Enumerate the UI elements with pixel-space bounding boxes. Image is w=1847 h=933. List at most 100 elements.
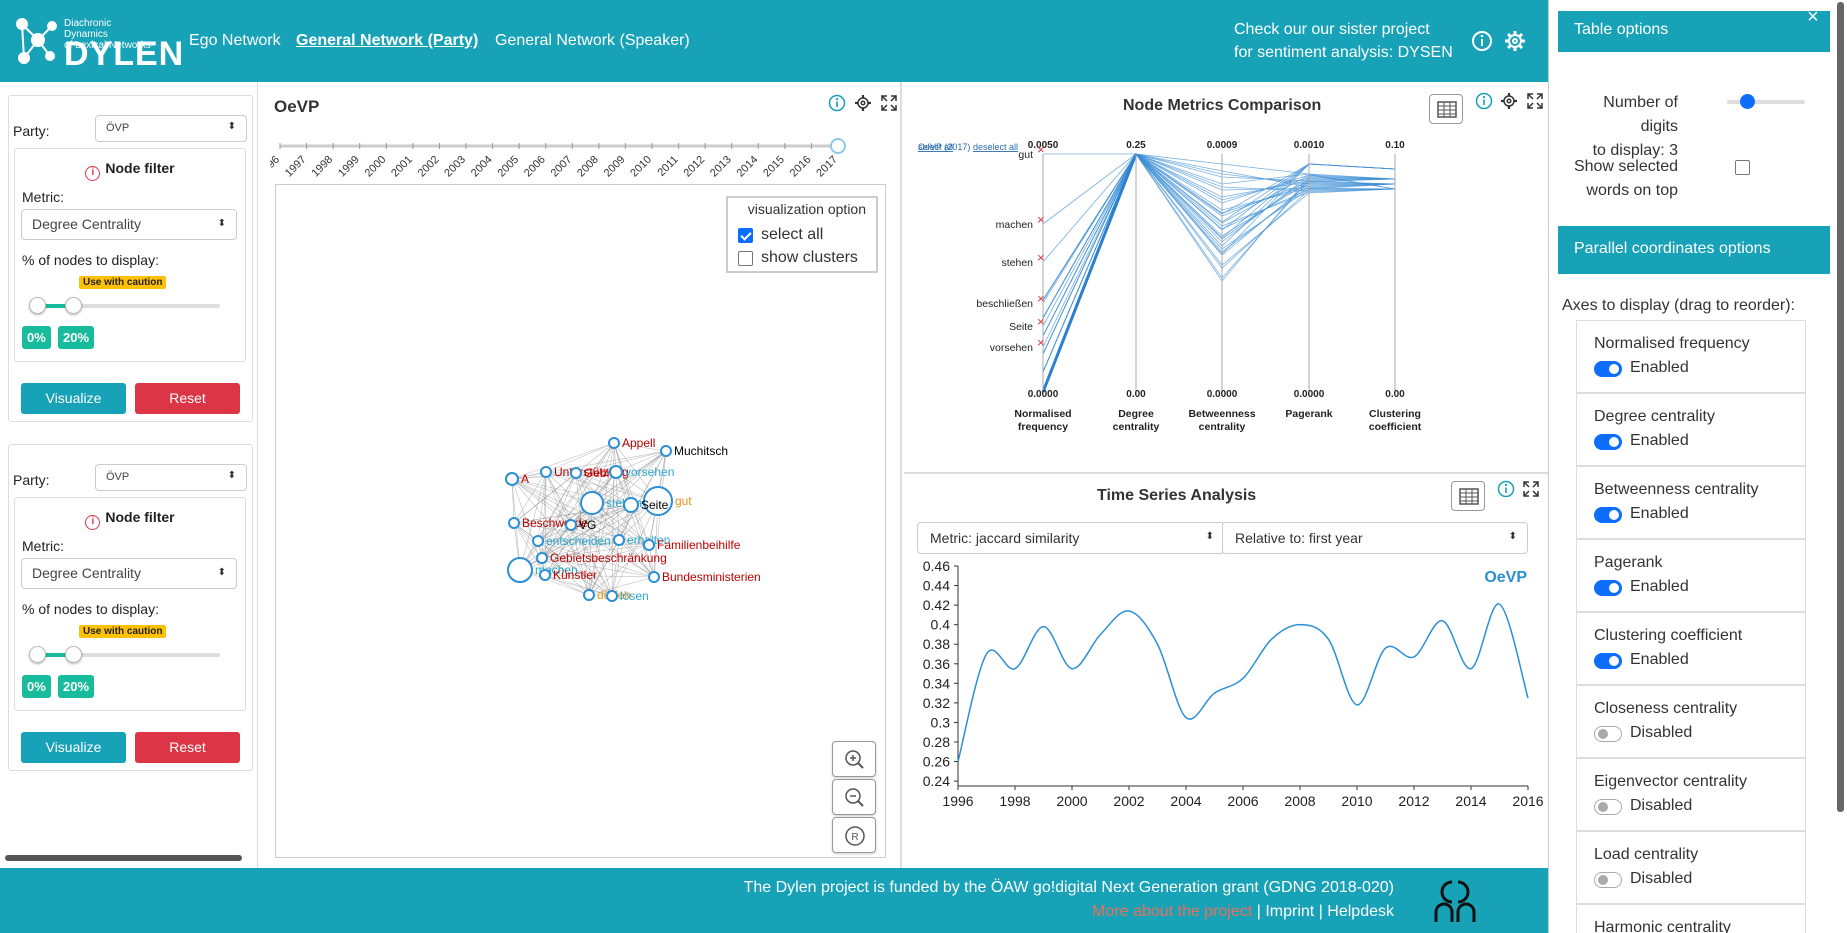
year-tick-label[interactable]: 2006: [522, 154, 548, 180]
graph-node-label[interactable]: Muchitsch: [674, 444, 728, 458]
fullscreen-icon[interactable]: [1526, 92, 1544, 110]
axis-toggle-switch[interactable]: [1594, 799, 1622, 815]
graph-node-label[interactable]: entscheiden: [546, 534, 611, 548]
reset-zoom-button[interactable]: R: [832, 817, 876, 853]
axis-toggle-switch[interactable]: [1594, 361, 1622, 377]
graph-node-label[interactable]: A: [521, 472, 529, 486]
show-selected-checkbox[interactable]: [1735, 160, 1750, 175]
slider-max-handle[interactable]: [65, 297, 82, 314]
select-all-link[interactable]: select all: [918, 142, 953, 152]
graph-node[interactable]: [539, 569, 551, 581]
metric-line[interactable]: [1042, 153, 1396, 337]
axis-option-item[interactable]: Harmonic centrality: [1576, 904, 1806, 933]
imprint-link[interactable]: Imprint: [1265, 903, 1314, 920]
axis-toggle-switch[interactable]: [1594, 726, 1622, 742]
year-tick-label[interactable]: 2009: [602, 154, 628, 180]
table-view-button[interactable]: [1429, 94, 1463, 124]
year-tick-label[interactable]: 2008: [575, 154, 601, 180]
axis-name[interactable]: Normalised: [1014, 408, 1071, 420]
select-all-checkbox[interactable]: [738, 228, 753, 243]
axis-name[interactable]: coefficient: [1369, 421, 1422, 433]
year-slider-handle[interactable]: [830, 138, 846, 154]
deselect-all-link[interactable]: deselect all: [973, 142, 1018, 152]
year-tick-label[interactable]: 2011: [655, 154, 680, 179]
axis-toggle-switch[interactable]: [1594, 434, 1622, 450]
axis-name[interactable]: centrality: [1113, 421, 1160, 433]
graph-node[interactable]: [580, 491, 604, 515]
digits-slider-handle[interactable]: [1740, 94, 1755, 109]
axis-toggle-switch[interactable]: [1594, 872, 1622, 888]
vertical-scrollbar[interactable]: [1837, 2, 1844, 812]
network-graph-canvas[interactable]: Appell Muchitsch A Unterstützung Gebiet vorse…: [275, 184, 886, 858]
graph-node[interactable]: [532, 535, 544, 547]
relative-to-select[interactable]: Relative to: first year ⬍: [1222, 522, 1528, 554]
metric-select[interactable]: Degree Centrality ⬍: [21, 558, 237, 589]
year-tick-label[interactable]: 2010: [628, 154, 654, 180]
graph-node[interactable]: [606, 590, 618, 602]
slider-min-handle[interactable]: [29, 646, 46, 663]
party-select[interactable]: ÖVP ⬍: [95, 464, 247, 491]
year-tick-label[interactable]: 2004: [469, 154, 495, 180]
digits-slider-track[interactable]: [1727, 100, 1805, 104]
axis-name[interactable]: Pagerank: [1285, 408, 1332, 420]
year-tick-label[interactable]: 2016: [788, 154, 814, 180]
parallel-coordinates-chart[interactable]: OeVP (2017)select all deselect all 0.00500…: [904, 122, 1464, 452]
axis-name[interactable]: Betweenness: [1188, 408, 1255, 420]
metric-line[interactable]: [1042, 153, 1395, 337]
year-tick-label[interactable]: 1996: [270, 154, 282, 180]
axis-option-item[interactable]: Degree centrality Enabled: [1576, 393, 1806, 466]
graph-node[interactable]: [536, 552, 548, 564]
axis-name[interactable]: centrality: [1199, 421, 1246, 433]
metric-select[interactable]: Degree Centrality ⬍: [21, 209, 237, 240]
slider-min-handle[interactable]: [29, 297, 46, 314]
axis-option-item[interactable]: Eigenvector centrality Disabled: [1576, 758, 1806, 831]
graph-node-label[interactable]: Appell: [622, 436, 655, 450]
graph-node[interactable]: [648, 571, 660, 583]
year-tick-label[interactable]: 2002: [416, 154, 442, 180]
graph-node-label[interactable]: Bundesministerien: [662, 570, 761, 584]
graph-node[interactable]: [613, 534, 625, 546]
info-icon[interactable]: i: [85, 166, 101, 181]
year-tick-label[interactable]: 2005: [495, 154, 521, 180]
metric-line[interactable]: [1042, 153, 1396, 337]
graph-node-label[interactable]: Familienbeihilfe: [657, 538, 741, 552]
word-label[interactable]: stehen: [1001, 257, 1033, 269]
axis-option-item[interactable]: Betweenness centrality Enabled: [1576, 466, 1806, 539]
remove-word-icon[interactable]: ×: [1037, 250, 1045, 265]
year-tick-label[interactable]: 2014: [735, 154, 761, 180]
year-tick-label[interactable]: 2013: [708, 154, 734, 180]
nav-ego-network[interactable]: Ego Network: [189, 32, 281, 50]
graph-node[interactable]: [643, 539, 655, 551]
reset-button[interactable]: Reset: [135, 732, 240, 763]
info-icon[interactable]: [1497, 480, 1515, 498]
axis-name[interactable]: frequency: [1018, 421, 1068, 433]
axis-name[interactable]: Degree: [1118, 408, 1154, 420]
graph-node-label[interactable]: Seite: [641, 498, 669, 512]
metric-select[interactable]: Metric: jaccard similarity ⬍: [917, 522, 1225, 554]
graph-node[interactable]: [608, 437, 620, 449]
info-icon[interactable]: i: [85, 515, 101, 530]
graph-node[interactable]: [623, 497, 639, 513]
more-about-link[interactable]: More about the project: [1092, 903, 1252, 920]
axis-option-item[interactable]: Normalised frequency Enabled: [1576, 320, 1806, 393]
helpdesk-link[interactable]: Helpdesk: [1327, 903, 1394, 920]
year-tick-label[interactable]: 1997: [283, 154, 309, 180]
remove-word-icon[interactable]: ×: [1037, 335, 1045, 350]
network-graph[interactable]: AppellMuchitschA UnterstützungGebiet vorse…: [276, 185, 887, 859]
remove-word-icon[interactable]: ×: [1037, 291, 1045, 306]
visualize-button[interactable]: Visualize: [21, 383, 126, 414]
year-tick-label[interactable]: 1999: [336, 154, 362, 180]
metric-line-highlight[interactable]: [1041, 153, 1138, 393]
show-clusters-checkbox[interactable]: [738, 251, 753, 266]
year-tick-label[interactable]: 2017: [814, 154, 840, 180]
remove-word-icon[interactable]: ×: [1037, 314, 1045, 329]
gear-icon[interactable]: [1504, 30, 1526, 52]
axis-option-item[interactable]: Pagerank Enabled: [1576, 539, 1806, 612]
graph-node-label[interactable]: gut: [675, 494, 692, 508]
visualize-button[interactable]: Visualize: [21, 732, 126, 763]
year-tick-label[interactable]: 2003: [442, 154, 468, 180]
axis-option-item[interactable]: Closeness centrality Disabled: [1576, 685, 1806, 758]
select-all-label[interactable]: select all: [761, 226, 823, 244]
fullscreen-icon[interactable]: [1522, 480, 1540, 498]
year-tick-label[interactable]: 2007: [549, 154, 575, 180]
